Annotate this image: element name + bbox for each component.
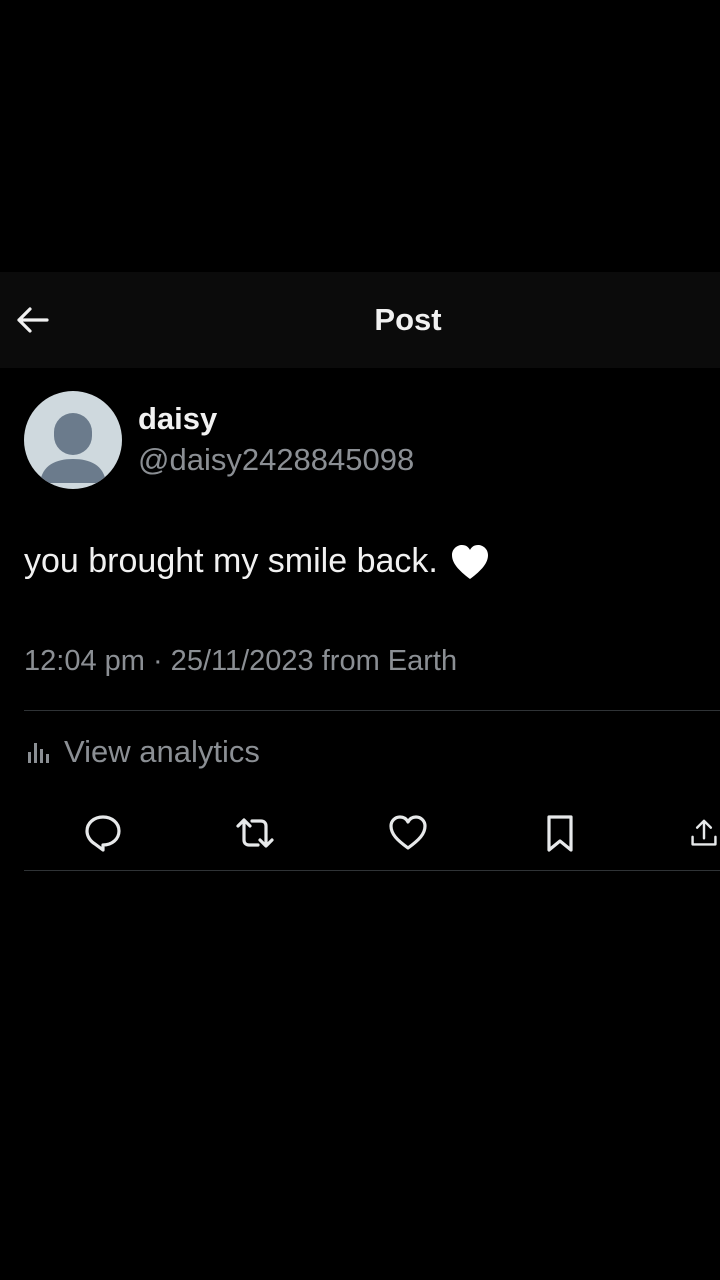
post-body: you brought my smile back.: [24, 542, 438, 580]
divider: [24, 870, 720, 871]
bookmark-button[interactable]: [535, 808, 585, 858]
author-display-name[interactable]: daisy: [138, 399, 414, 439]
share-button[interactable]: [688, 808, 720, 858]
reply-icon: [85, 815, 121, 852]
analytics-label: View analytics: [64, 734, 260, 769]
heart-icon: [389, 815, 427, 850]
author-handle[interactable]: @daisy2428845098: [138, 439, 414, 481]
reply-button[interactable]: [78, 808, 128, 858]
avatar[interactable]: [24, 391, 122, 489]
post-action-bar: [0, 808, 720, 858]
white-heart-emoji-icon: [450, 543, 490, 581]
repost-icon: [236, 818, 274, 848]
share-icon: [691, 819, 717, 846]
post-screen: Post daisy @daisy2428845098 you brought …: [0, 0, 720, 1280]
post-text: you brought my smile back.: [24, 542, 490, 581]
view-analytics-link[interactable]: View analytics: [26, 734, 260, 770]
analytics-bars-icon: [26, 739, 52, 765]
author-names: daisy @daisy2428845098: [138, 399, 414, 481]
top-app-bar: Post: [0, 272, 720, 368]
default-avatar-icon: [40, 413, 106, 483]
post-timestamp: 12:04 pm · 25/11/2023 from Earth: [24, 645, 458, 677]
post-author[interactable]: daisy @daisy2428845098: [24, 390, 414, 490]
like-button[interactable]: [383, 808, 433, 858]
page-title: Post: [374, 302, 442, 337]
bookmark-icon: [547, 815, 573, 852]
divider: [24, 710, 720, 711]
repost-button[interactable]: [230, 808, 280, 858]
